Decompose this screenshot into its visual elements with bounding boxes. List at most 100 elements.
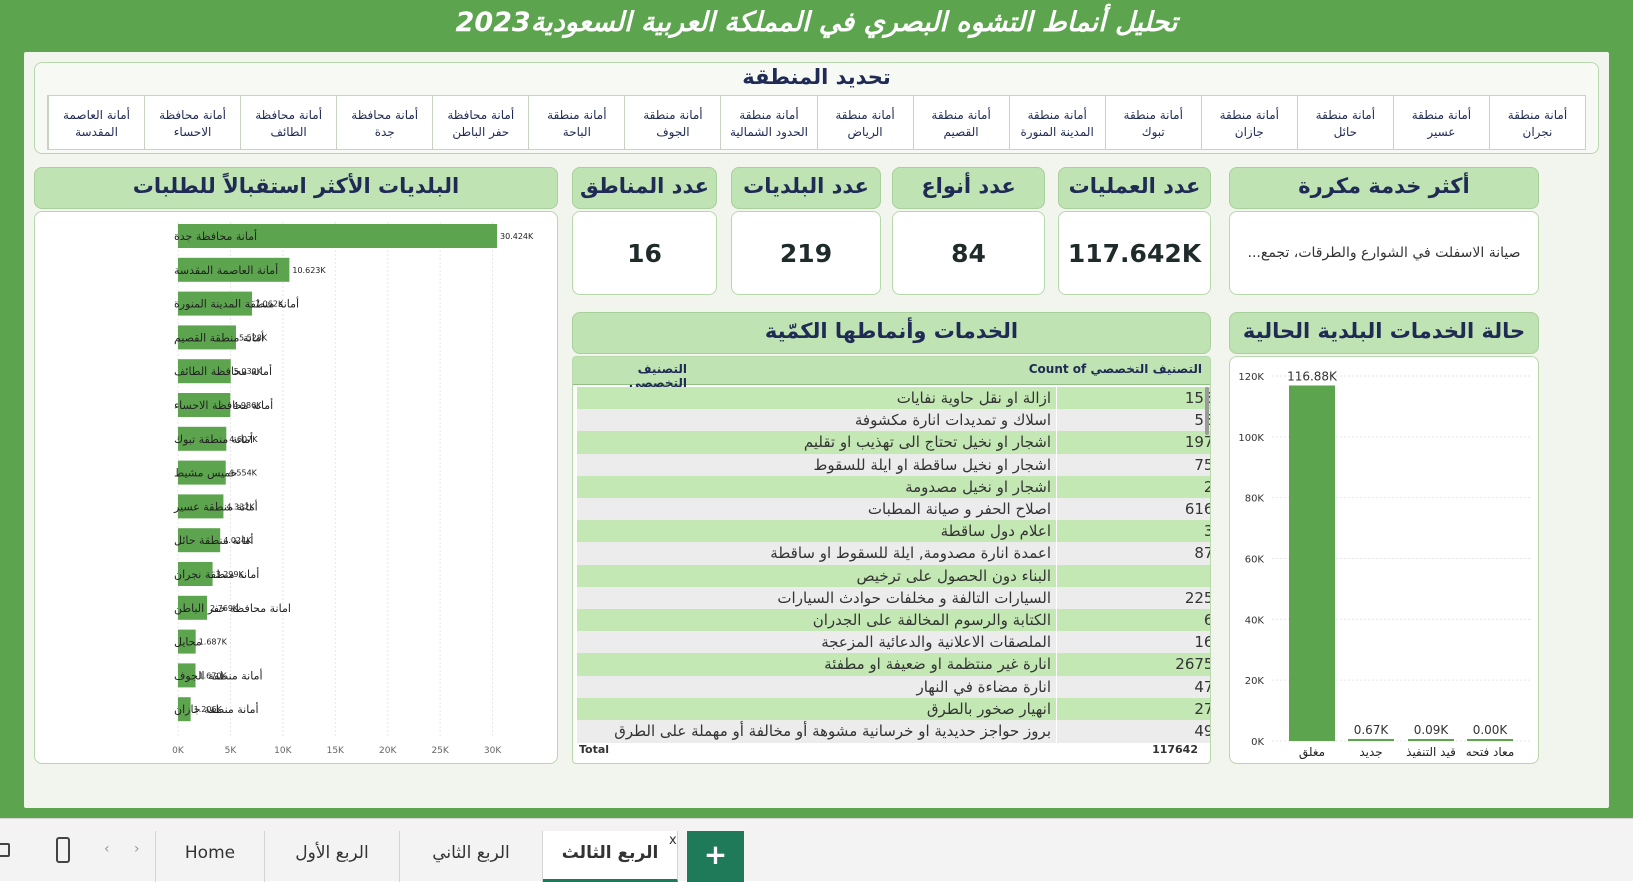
data-label: 4.332K: [226, 502, 255, 511]
municipalities-chart-header: البلديات الأكثر استقبالاً للطلبات: [34, 167, 558, 209]
table-scrollbar[interactable]: [1205, 387, 1209, 435]
region-slicer-panel: تحديد المنطقة أمانة منطقة نجران أمانة منطق…: [34, 62, 1599, 154]
region-button-line1: أمانة محافظة: [447, 108, 515, 122]
table-row[interactable]: اعلام دول ساقطة 30: [577, 520, 1210, 544]
most-repeated-header: أكثر خدمة مكررة: [1229, 167, 1539, 209]
tab-q2[interactable]: الربع الثاني: [400, 831, 543, 882]
table-cell-service: اصلاح الحفر و صيانة المطبات: [867, 500, 1051, 518]
x-tick-label: 10K: [274, 746, 292, 756]
region-button-line1: أمانة منطقة: [739, 108, 799, 122]
table-row[interactable]: اصلاح الحفر و صيانة المطبات 6165: [577, 498, 1210, 521]
municipalities-count-card: 219: [731, 211, 881, 295]
table-row[interactable]: انارة مضاءة في النهار 470: [577, 675, 1210, 699]
region-button-line1: أمانة محافظة: [255, 108, 323, 122]
table-cell-count: 26758: [1056, 653, 1210, 677]
table-cell-count: 6165: [1056, 498, 1210, 521]
region-button[interactable]: أمانة منطقة جازان: [1200, 96, 1297, 149]
region-button-line1: أمانة منطقة: [835, 108, 895, 122]
table-cell-count: 1: [1056, 564, 1210, 588]
tab-q1[interactable]: الربع الأول: [265, 831, 400, 882]
scroll-left-icon[interactable]: ‹: [104, 841, 110, 857]
region-button[interactable]: أمانة محافظة حفر الباطن: [432, 96, 529, 149]
region-button[interactable]: أمانة محافظة الاحساء: [144, 96, 241, 149]
region-button-line1: أمانة منطقة: [1027, 108, 1087, 122]
data-label: 3.299K: [216, 570, 245, 579]
region-slicer-title: تحديد المنطقة: [742, 65, 891, 89]
mobile-view-icon[interactable]: [56, 837, 70, 863]
region-button[interactable]: أمانة منطقة الرياض: [816, 96, 913, 149]
y-tick-label: 40K: [1245, 615, 1265, 626]
region-button-line2: الرياض: [847, 125, 883, 139]
table-row[interactable]: انارة غير منتظمة او ضعيفة او مطفئة 26758: [577, 653, 1210, 677]
table-row[interactable]: ازالة او نقل حاوية نفايات 1584: [577, 387, 1210, 410]
table-cell-service: اشجار او نخيل مصدومة: [905, 477, 1051, 496]
scroll-right-icon[interactable]: ›: [134, 841, 140, 857]
region-button[interactable]: أمانة منطقة الجوف: [624, 96, 721, 149]
table-row[interactable]: انهيار صخور بالطرق 276: [577, 697, 1210, 721]
table-row[interactable]: السيارات التالفة و مخلفات حوادث السيارات…: [577, 586, 1210, 610]
table-row[interactable]: اشجار او نخيل مصدومة 29: [577, 475, 1210, 499]
status-bar-chart: 0K 20K 40K 60K 80K 100K 120K 116.88K مغلق 0.67K جد…: [1238, 369, 1532, 760]
region-button[interactable]: أمانة منطقة القصيم: [912, 96, 1009, 149]
table-row[interactable]: اشجار او نخيل تحتاج الى تهذيب او تقليم 19…: [577, 431, 1210, 455]
region-button-line1: أمانة منطقة: [1507, 108, 1568, 122]
services-table[interactable]: Count of التصنيف التخصصي التصنيف التخصصي…: [572, 356, 1211, 764]
tab-home[interactable]: Home: [155, 831, 265, 882]
region-button-line2: جدة: [374, 125, 395, 139]
dashboard-frame: تحليل أنماط التشوه البصري في المملكة الع…: [0, 0, 1633, 818]
bar: [1348, 738, 1394, 741]
region-button[interactable]: أمانة محافظة جدة: [336, 96, 433, 149]
region-button[interactable]: أمانة محافظة الطائف: [240, 96, 337, 149]
table-cell-service: بروز حواجز حديدية او خرسانية مشوهة أو مخ…: [614, 722, 1051, 740]
table-col-name-header[interactable]: التصنيف التخصصي: [577, 362, 687, 390]
region-button-line1: أمانة منطقة: [931, 108, 991, 122]
table-row[interactable]: بروز حواجز حديدية او خرسانية مشوهة أو مخ…: [577, 720, 1210, 743]
region-button-line1: أمانة محافظة: [159, 108, 227, 122]
table-cell-count: 874: [1056, 542, 1210, 566]
region-button[interactable]: أمانة منطقة نجران: [1488, 96, 1585, 149]
region-button[interactable]: أمانة منطقة الحدود الشمالية: [720, 96, 817, 149]
region-button[interactable]: أمانة منطقة حائل: [1296, 96, 1393, 149]
desktop-view-icon[interactable]: [0, 843, 10, 857]
x-tick-label: 0K: [172, 746, 185, 756]
region-button-line2: المقدسة: [75, 125, 118, 139]
data-label: 4.024K: [223, 536, 252, 545]
bar: [1289, 385, 1335, 741]
region-button-line2: جازان: [1234, 125, 1264, 139]
region-button[interactable]: أمانة العاصمة المقدسة: [48, 96, 145, 149]
region-button-line1: أمانة منطقة: [547, 108, 607, 122]
region-button[interactable]: أمانة منطقة المدينة المنورة: [1008, 96, 1105, 149]
table-cell-service: ازالة او نقل حاوية نفايات: [896, 389, 1051, 407]
bar: [1408, 739, 1454, 741]
region-button-line2: الحدود الشمالية: [729, 125, 808, 139]
table-cell-count: 492: [1056, 720, 1210, 743]
data-label: 2.769K: [210, 604, 239, 613]
add-page-button[interactable]: +: [687, 831, 744, 882]
data-label: 4.986K: [233, 401, 262, 410]
table-cell-service: البناء دون الحصول على ترخيص: [856, 566, 1051, 585]
operations-count-header: عدد العمليات: [1058, 167, 1211, 209]
tab-q3[interactable]: الربع الثالث: [543, 831, 678, 882]
region-button[interactable]: أمانة منطقة تبوك: [1104, 96, 1201, 149]
region-button-line1: أمانة منطقة: [1315, 108, 1376, 122]
data-label: 116.88K: [1287, 369, 1338, 383]
table-row[interactable]: اسلاك و تمديدات انارة مكشوفة 589: [577, 409, 1210, 433]
table-row[interactable]: الملصقات الاعلانية والدعائية المزعجة 169: [577, 631, 1210, 655]
table-cell-service: انهيار صخور بالطرق: [926, 699, 1051, 718]
table-row[interactable]: اشجار او نخيل ساقطة او ايلة للسقوط 751: [577, 453, 1210, 477]
y-tick-label: 100K: [1238, 433, 1264, 444]
table-col-count-header[interactable]: Count of التصنيف التخصصي: [1029, 362, 1202, 376]
x-tick-label: 15K: [327, 746, 345, 756]
most-repeated-card: صيانة الاسفلت في الشوارع والطرقات، تجمع.…: [1229, 211, 1539, 295]
operations-count-card: 117.642K: [1058, 211, 1211, 295]
region-button-line2: الجوف: [656, 125, 690, 139]
region-button[interactable]: أمانة منطقة الباحة: [528, 96, 625, 149]
bar: [1467, 739, 1513, 741]
table-row[interactable]: اعمدة انارة مصدومة, ايلة للسقوط او ساقطة…: [577, 542, 1210, 566]
table-row[interactable]: الكتابة والرسوم المخالفة على الجدران 66: [577, 609, 1210, 632]
table-row[interactable]: البناء دون الحصول على ترخيص 1: [577, 564, 1210, 588]
data-label: 5.528K: [239, 333, 268, 342]
region-button[interactable]: أمانة منطقة عسير: [1392, 96, 1489, 149]
tab-q3-close-icon[interactable]: x: [669, 833, 677, 848]
table-cell-count: 470: [1056, 675, 1210, 699]
